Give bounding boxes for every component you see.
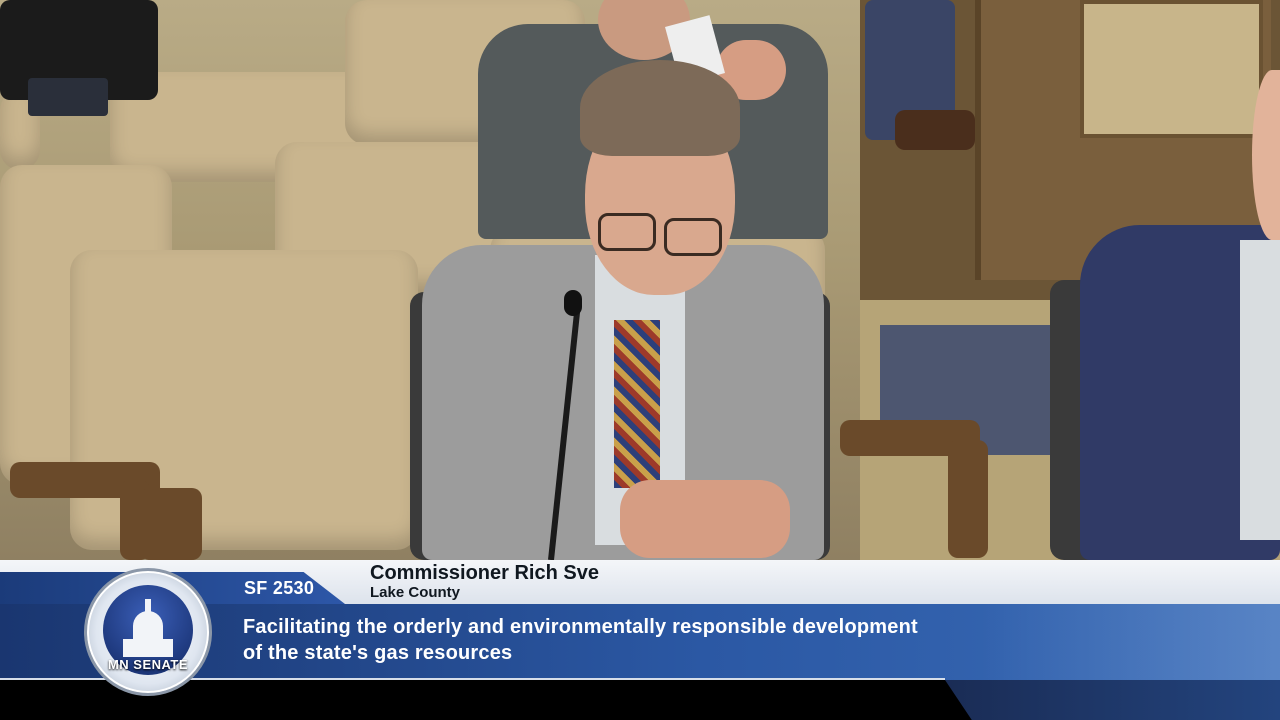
seal-text: MN SENATE bbox=[107, 657, 189, 672]
bill-number: SF 2530 bbox=[244, 578, 315, 598]
door-window bbox=[1080, 0, 1263, 138]
speaker-affiliation: Lake County bbox=[370, 584, 461, 601]
speaker-name: Commissioner Rich Sve bbox=[370, 562, 599, 584]
glasses bbox=[598, 213, 656, 251]
person-right-shirt bbox=[1240, 240, 1280, 540]
bill-caption: Facilitating the orderly and environment… bbox=[243, 614, 918, 666]
caption-line-2: of the state's gas resources bbox=[243, 642, 513, 664]
caption-line-1: Facilitating the orderly and environment… bbox=[243, 616, 918, 638]
speaker-tie bbox=[614, 320, 660, 488]
bottom-accent bbox=[945, 680, 1280, 720]
microphone-icon bbox=[564, 290, 582, 316]
chair-arm bbox=[948, 440, 988, 558]
chair-arm bbox=[140, 488, 202, 560]
speaker-hair bbox=[580, 60, 740, 156]
capitol-dome-icon bbox=[133, 611, 163, 641]
phone bbox=[28, 78, 108, 116]
glasses bbox=[664, 218, 722, 256]
hearing-room-scene bbox=[0, 0, 1280, 560]
video-frame: SF 2530 Commissioner Rich Sve Lake Count… bbox=[0, 0, 1280, 720]
shoe bbox=[895, 110, 975, 150]
mn-senate-logo: MN SENATE bbox=[84, 568, 212, 696]
speaker-hands bbox=[620, 480, 790, 558]
capitol-base-icon bbox=[123, 639, 173, 657]
